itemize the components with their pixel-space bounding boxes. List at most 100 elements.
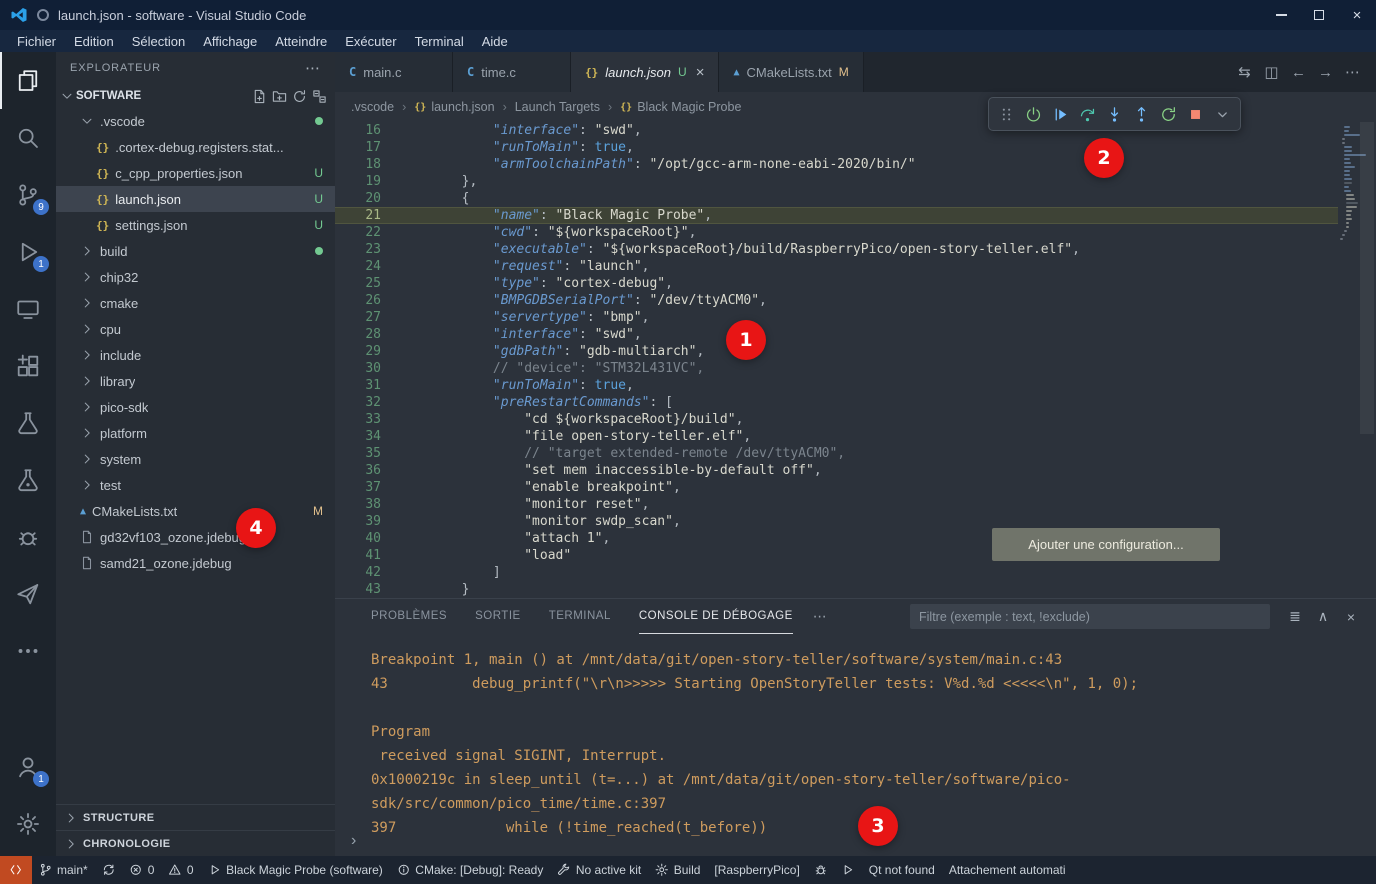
maximize-button[interactable] bbox=[1300, 0, 1338, 30]
tree-item-library[interactable]: library bbox=[56, 368, 335, 394]
close-button[interactable]: × bbox=[1338, 0, 1376, 30]
activity-manage[interactable] bbox=[0, 795, 56, 852]
activity-test-explorer[interactable] bbox=[0, 451, 56, 508]
activity-run-and-debug[interactable]: 1 bbox=[0, 223, 56, 280]
tree-item-vscode[interactable]: .vscode bbox=[56, 108, 335, 134]
power-button[interactable] bbox=[1020, 101, 1047, 128]
tree-item-include[interactable]: include bbox=[56, 342, 335, 368]
tree-item-test[interactable]: test bbox=[56, 472, 335, 498]
activity-accounts[interactable]: 1 bbox=[0, 738, 56, 795]
section-chronologie[interactable]: CHRONOLOGIE bbox=[56, 830, 335, 856]
continue-button[interactable] bbox=[1047, 101, 1074, 128]
tree-item-pico-sdk[interactable]: pico-sdk bbox=[56, 394, 335, 420]
activity-search[interactable] bbox=[0, 109, 56, 166]
step-over-button[interactable] bbox=[1074, 101, 1101, 128]
new-folder-icon[interactable] bbox=[272, 89, 287, 104]
console-filter-input[interactable] bbox=[910, 604, 1270, 629]
drag-handle-button[interactable] bbox=[993, 101, 1020, 128]
activity-additional-views[interactable] bbox=[0, 622, 56, 679]
panel-tab-sortie[interactable]: SORTIE bbox=[475, 599, 521, 634]
tree-item-gd32vf103-ozone-jdebug[interactable]: gd32vf103_ozone.jdebug bbox=[56, 524, 335, 550]
tree-item-cortex-debug-registers-stat[interactable]: {}.cortex-debug.registers.stat... bbox=[56, 134, 335, 160]
tab-launch-json[interactable]: {}launch.jsonU× bbox=[571, 52, 719, 92]
tab-main-c[interactable]: Cmain.c bbox=[335, 52, 453, 92]
split-editor-icon[interactable]: ◫ bbox=[1258, 59, 1285, 86]
status-warnings[interactable]: 0 bbox=[161, 856, 200, 884]
close-panel-icon[interactable]: × bbox=[1338, 604, 1364, 630]
tree-item-cmake[interactable]: cmake bbox=[56, 290, 335, 316]
step-out-button[interactable] bbox=[1128, 101, 1155, 128]
code-editor[interactable]: 16 "interface": "swd",17 "runToMain": tr… bbox=[335, 122, 1338, 598]
status-sync[interactable] bbox=[95, 856, 123, 884]
status-build[interactable]: Build bbox=[648, 856, 707, 884]
breadcrumb-item-vscode[interactable]: .vscode bbox=[351, 100, 394, 114]
menu-aide[interactable]: Aide bbox=[473, 34, 517, 49]
activity-live-share[interactable] bbox=[0, 565, 56, 622]
tree-item-launch-json[interactable]: {}launch.jsonU bbox=[56, 186, 335, 212]
tree-item-system[interactable]: system bbox=[56, 446, 335, 472]
menu-s-lection[interactable]: Sélection bbox=[123, 34, 194, 49]
section-structure[interactable]: STRUCTURE bbox=[56, 804, 335, 830]
tree-item-cmakelists-txt[interactable]: ▲CMakeLists.txtM bbox=[56, 498, 335, 524]
open-changes-icon[interactable]: ⇆ bbox=[1231, 59, 1258, 86]
tree-item-c-cpp-properties-json[interactable]: {}c_cpp_properties.jsonU bbox=[56, 160, 335, 186]
status-branch[interactable]: main* bbox=[32, 856, 95, 884]
status-debug[interactable] bbox=[807, 856, 835, 884]
step-into-button[interactable] bbox=[1101, 101, 1128, 128]
breadcrumb-item-black-magic-probe[interactable]: {}Black Magic Probe bbox=[620, 100, 741, 114]
navigate-forward-icon[interactable]: → bbox=[1312, 59, 1339, 86]
status-cmake-status[interactable]: CMake: [Debug]: Ready bbox=[390, 856, 551, 884]
panel-tab-console-de-d-bogage[interactable]: CONSOLE DE DÉBOGAGE bbox=[639, 599, 793, 634]
menu-terminal[interactable]: Terminal bbox=[406, 34, 473, 49]
activity-cmake-tools[interactable] bbox=[0, 508, 56, 565]
console-prompt-icon[interactable]: › bbox=[351, 832, 356, 850]
add-configuration-button[interactable]: Ajouter une configuration... bbox=[992, 528, 1220, 561]
status-variant[interactable]: [RaspberryPico] bbox=[707, 856, 806, 884]
editor-scrollbar[interactable] bbox=[1360, 122, 1374, 434]
tree-item-platform[interactable]: platform bbox=[56, 420, 335, 446]
collapse-folders-icon[interactable] bbox=[312, 89, 327, 104]
status-remote[interactable] bbox=[0, 856, 32, 884]
panel-more-icon[interactable]: ⋯ bbox=[813, 608, 827, 625]
activity-source-control[interactable]: 9 bbox=[0, 166, 56, 223]
panel-tab-terminal[interactable]: TERMINAL bbox=[549, 599, 611, 634]
status-kit[interactable]: No active kit bbox=[550, 856, 648, 884]
activity-extensions[interactable] bbox=[0, 337, 56, 394]
activity-remote-explorer[interactable] bbox=[0, 280, 56, 337]
more-actions-icon[interactable]: ⋯ bbox=[1339, 59, 1366, 86]
tree-item-settings-json[interactable]: {}settings.jsonU bbox=[56, 212, 335, 238]
minimize-button[interactable] bbox=[1262, 0, 1300, 30]
status-run[interactable] bbox=[834, 856, 862, 884]
activity-testing[interactable] bbox=[0, 394, 56, 451]
status-auto-attach[interactable]: Attachement automati bbox=[942, 856, 1073, 884]
workspace-section-header[interactable]: SOFTWARE bbox=[56, 84, 335, 108]
menu-atteindre[interactable]: Atteindre bbox=[266, 34, 336, 49]
output-lines-icon[interactable]: ≣ bbox=[1282, 604, 1308, 630]
tree-item-cpu[interactable]: cpu bbox=[56, 316, 335, 342]
menu-edition[interactable]: Edition bbox=[65, 34, 123, 49]
new-file-icon[interactable] bbox=[252, 89, 267, 104]
status-qt[interactable]: Qt not found bbox=[862, 856, 942, 884]
tree-item-build[interactable]: build bbox=[56, 238, 335, 264]
tab-cmakelists-txt[interactable]: ▲CMakeLists.txtM bbox=[719, 52, 863, 92]
sidebar-more-icon[interactable]: ⋯ bbox=[305, 59, 321, 77]
status-debug-target[interactable]: Black Magic Probe (software) bbox=[201, 856, 390, 884]
breadcrumb-item-launch-targets[interactable]: Launch Targets bbox=[515, 100, 600, 114]
breadcrumb-item-launch-json[interactable]: {}launch.json bbox=[414, 100, 494, 114]
stop-button[interactable] bbox=[1182, 101, 1209, 128]
refresh-explorer-icon[interactable] bbox=[292, 89, 307, 104]
menu-ex-cuter[interactable]: Exécuter bbox=[336, 34, 405, 49]
stop-menu-button[interactable] bbox=[1209, 101, 1236, 128]
close-icon[interactable]: × bbox=[696, 64, 705, 81]
navigate-back-icon[interactable]: ← bbox=[1285, 59, 1312, 86]
panel-tab-probl-mes[interactable]: PROBLÈMES bbox=[371, 599, 447, 634]
menu-affichage[interactable]: Affichage bbox=[194, 34, 266, 49]
tab-time-c[interactable]: Ctime.c bbox=[453, 52, 571, 92]
status-errors[interactable]: 0 bbox=[122, 856, 161, 884]
tree-item-samd21-ozone-jdebug[interactable]: samd21_ozone.jdebug bbox=[56, 550, 335, 576]
menu-fichier[interactable]: Fichier bbox=[8, 34, 65, 49]
restart-button[interactable] bbox=[1155, 101, 1182, 128]
activity-explorer[interactable] bbox=[0, 52, 56, 109]
tree-item-chip32[interactable]: chip32 bbox=[56, 264, 335, 290]
maximize-panel-icon[interactable]: ∧ bbox=[1310, 604, 1336, 630]
